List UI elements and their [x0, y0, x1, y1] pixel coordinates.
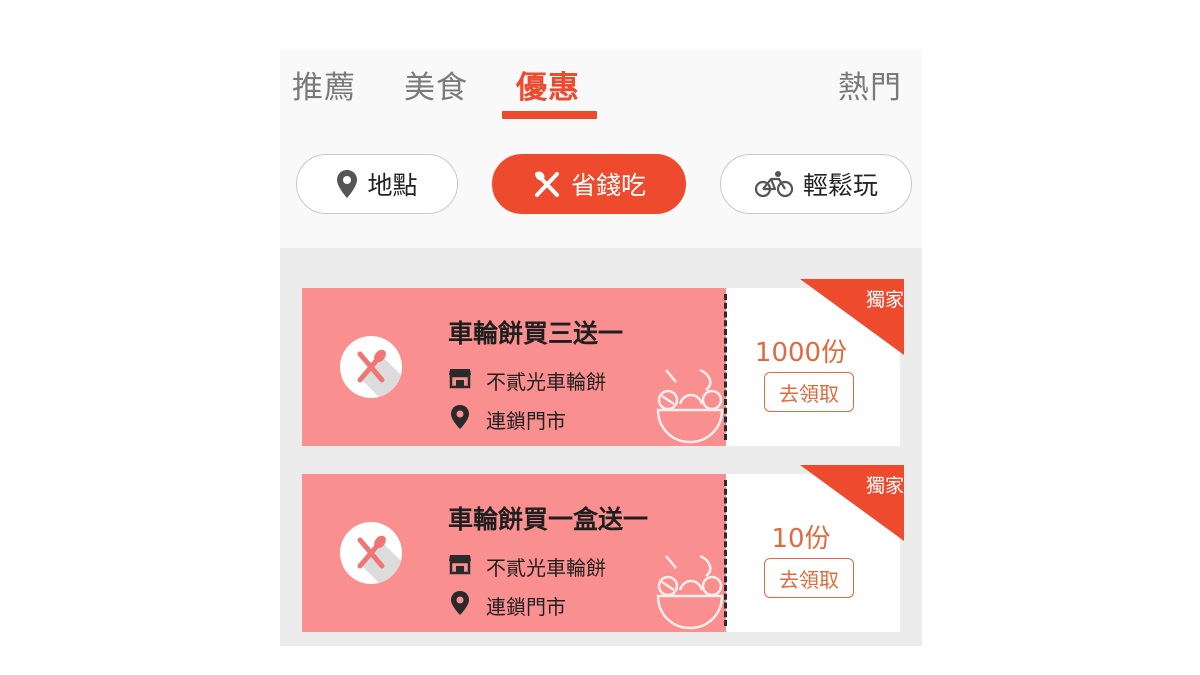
tab-recommended[interactable]: 推薦: [292, 62, 356, 107]
exclusive-badge-label: 獨家: [865, 475, 904, 497]
chip-save-money-eat[interactable]: 省錢吃: [492, 154, 686, 214]
chip-save-money-eat-label: 省錢吃: [570, 171, 646, 200]
chip-location[interactable]: 地點: [296, 154, 458, 214]
salad-bowl-icon: [654, 366, 724, 450]
chip-location-label: 地點: [367, 171, 418, 200]
deals-panel: 推薦 美食 優惠 熱門 地點 省錢吃 輕鬆玩 車輪餅買三送一 不貳光車輪餅 連鎖…: [280, 50, 922, 646]
coupon-store-name: 不貳光車輪餅: [486, 370, 606, 394]
coupon-store-row: 不貳光車輪餅: [448, 552, 606, 581]
tab-popular[interactable]: 熱門: [838, 62, 902, 107]
coupon-card[interactable]: 車輪餅買三送一 不貳光車輪餅 連鎖門市 1000份 去領取 獨家: [302, 279, 904, 446]
claim-button[interactable]: 去領取: [764, 372, 854, 412]
salad-bowl-icon: [654, 552, 724, 636]
store-icon: [448, 367, 472, 394]
coupon-card[interactable]: 車輪餅買一盒送一 不貳光車輪餅 連鎖門市 10份 去領取 獨家: [302, 465, 904, 632]
food-category-icon: [340, 336, 402, 398]
map-pin-icon: [448, 590, 472, 621]
claim-button[interactable]: 去領取: [764, 558, 854, 598]
coupon-title: 車輪餅買一盒送一: [448, 505, 649, 534]
coupon-store-row: 不貳光車輪餅: [448, 366, 606, 395]
coupon-location-row: 連鎖門市: [448, 590, 566, 621]
coupon-store-name: 不貳光車輪餅: [486, 556, 606, 580]
food-category-icon: [340, 522, 402, 584]
tab-deals[interactable]: 優惠: [516, 62, 580, 107]
map-pin-icon: [448, 404, 472, 435]
coupon-location: 連鎖門市: [486, 409, 566, 433]
fork-knife-icon: [532, 169, 562, 199]
coupon-location: 連鎖門市: [486, 595, 566, 619]
coupon-list: 車輪餅買三送一 不貳光車輪餅 連鎖門市 1000份 去領取 獨家 車輪餅買一盒送…: [280, 248, 922, 646]
tab-food[interactable]: 美食: [404, 62, 468, 107]
chip-easy-play-label: 輕鬆玩: [802, 171, 878, 200]
active-tab-indicator: [502, 111, 597, 119]
store-icon: [448, 553, 472, 580]
map-pin-icon: [336, 169, 358, 199]
bicycle-icon: [754, 170, 794, 198]
chip-easy-play[interactable]: 輕鬆玩: [720, 154, 912, 214]
coupon-title: 車輪餅買三送一: [448, 319, 624, 348]
exclusive-badge-label: 獨家: [865, 289, 904, 311]
coupon-location-row: 連鎖門市: [448, 404, 566, 435]
